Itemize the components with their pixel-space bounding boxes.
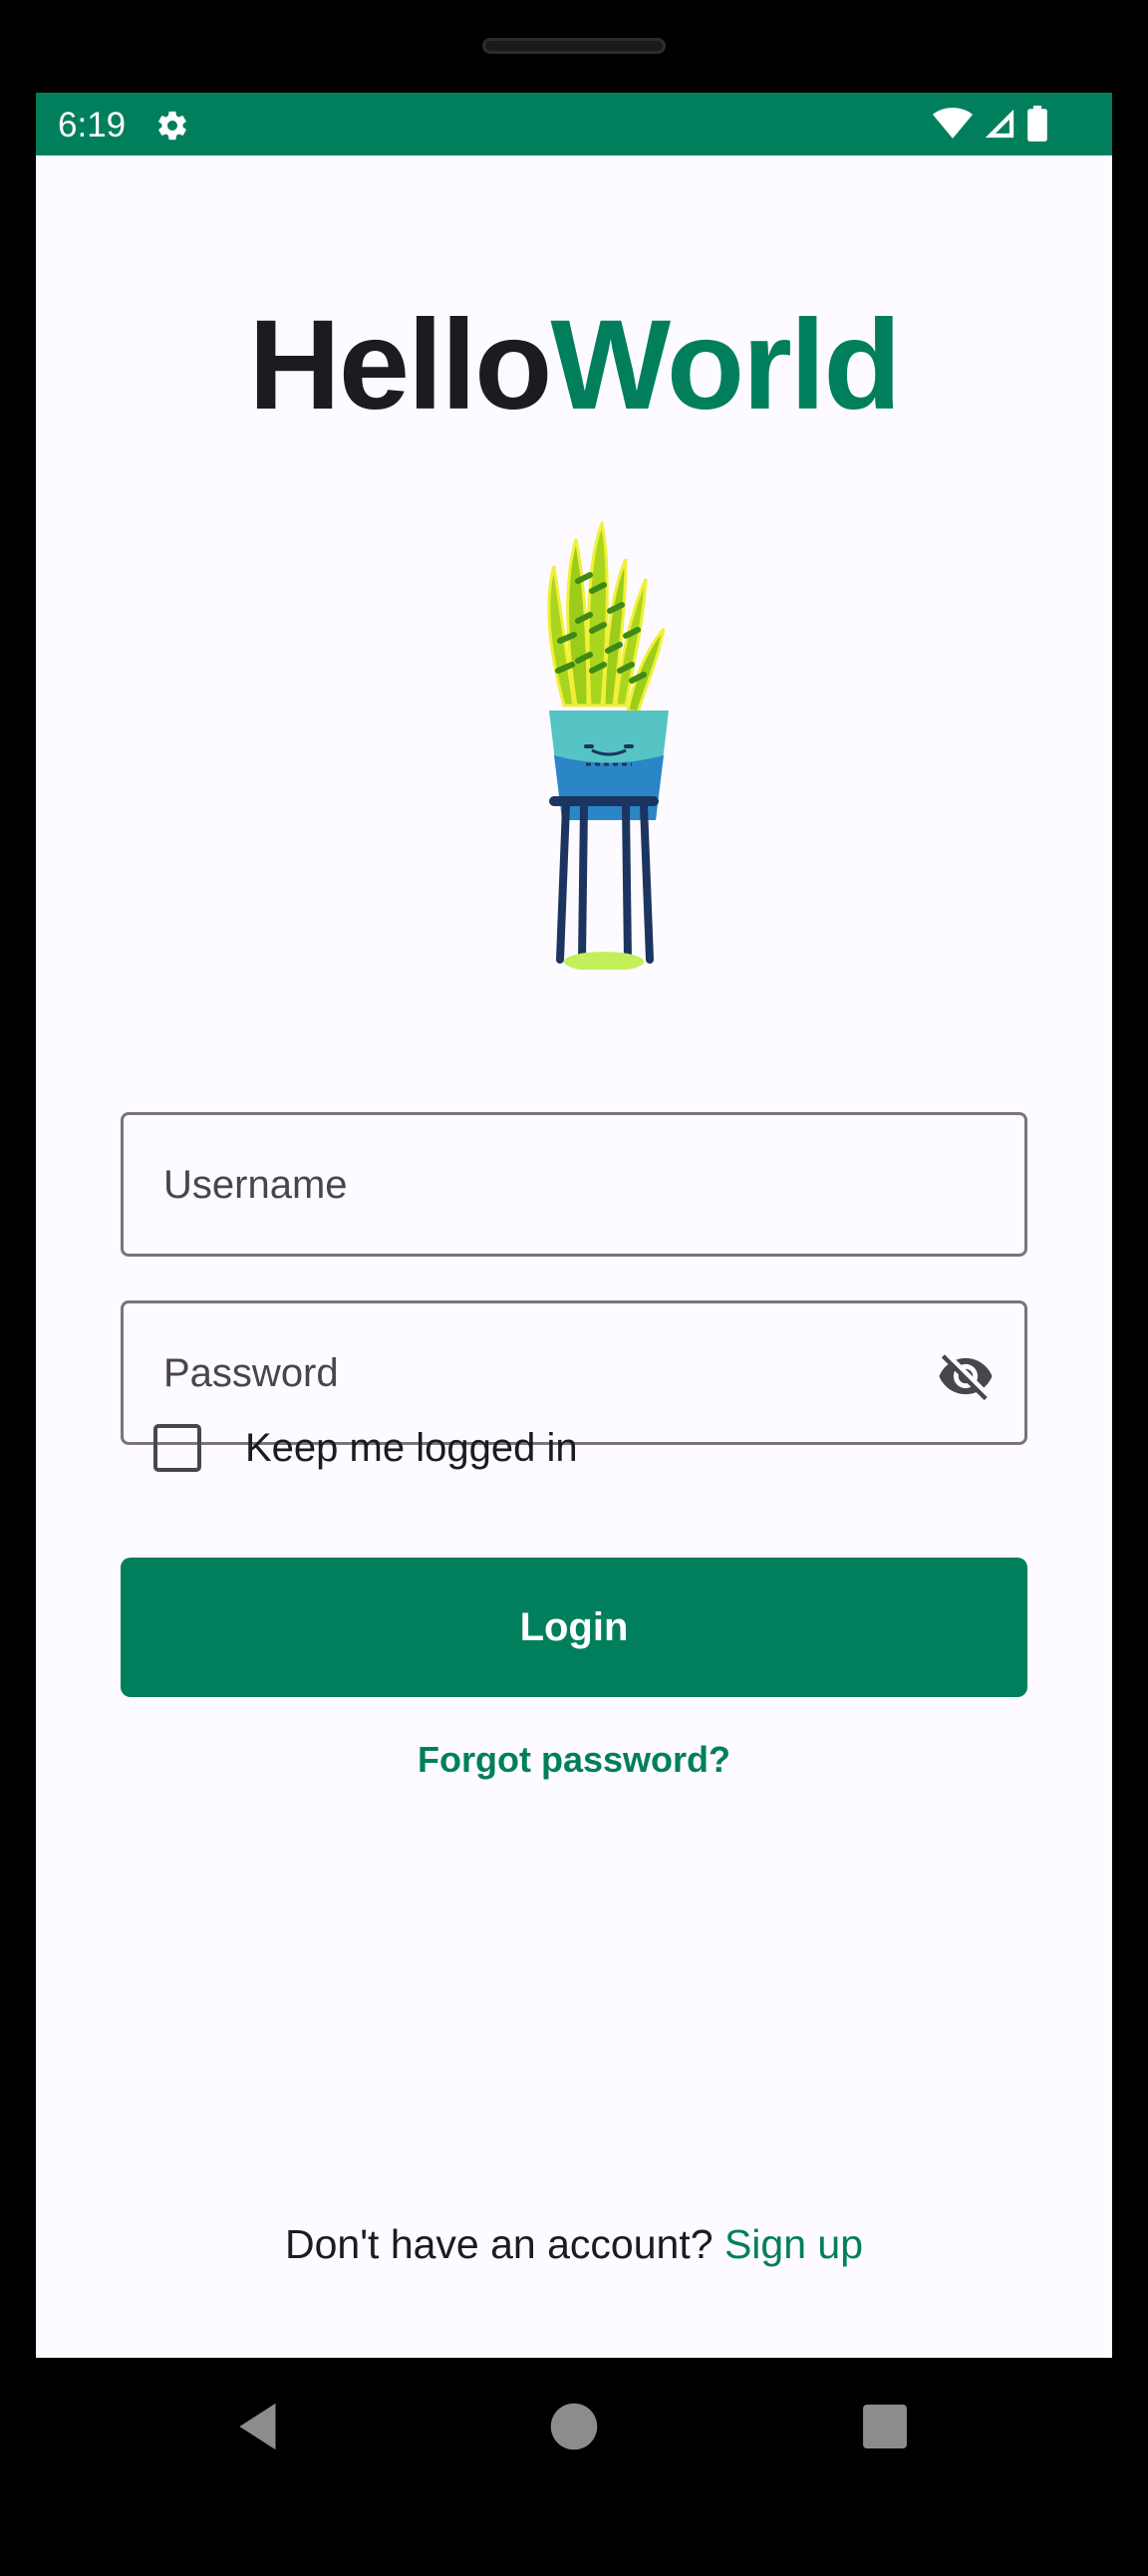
navigation-bar	[0, 2358, 1148, 2517]
screen: 6:19 HelloWorld Username Keep me logged …	[36, 93, 1112, 2358]
earpiece-speaker	[482, 38, 666, 54]
username-field[interactable]	[121, 1112, 1027, 1257]
logo-hello: Hello	[248, 294, 552, 436]
signup-row: Don't have an account? Sign up	[36, 2221, 1112, 2268]
gear-icon	[158, 111, 186, 141]
logo-world: World	[550, 294, 901, 436]
signal-icon	[985, 109, 1014, 139]
password-input[interactable]	[161, 1303, 923, 1444]
keep-logged-in-row[interactable]: Keep me logged in	[153, 1424, 578, 1472]
phone-frame: 6:19 HelloWorld Username Keep me logged …	[0, 0, 1148, 2576]
wifi-icon	[933, 108, 973, 139]
username-input[interactable]	[161, 1115, 923, 1256]
status-icons	[933, 106, 1048, 142]
battery-icon	[1027, 106, 1047, 142]
signup-prompt: Don't have an account?	[285, 2221, 714, 2267]
leaves	[547, 521, 666, 715]
status-bar: 6:19	[36, 93, 1112, 155]
home-icon[interactable]	[543, 2396, 605, 2457]
app-logo: HelloWorld	[36, 302, 1112, 429]
keep-logged-in-label: Keep me logged in	[245, 1425, 578, 1470]
recents-icon[interactable]	[854, 2396, 916, 2457]
login-button[interactable]: Login	[121, 1558, 1027, 1697]
eye-off-icon[interactable]	[937, 1347, 995, 1405]
forgot-password-row: Forgot password?	[36, 1739, 1112, 1781]
forgot-password-link[interactable]: Forgot password?	[418, 1739, 730, 1780]
back-icon[interactable]	[229, 2396, 291, 2457]
plant-illustration	[547, 521, 669, 970]
signup-link[interactable]: Sign up	[724, 2221, 863, 2267]
status-time: 6:19	[58, 106, 127, 144]
keep-logged-in-checkbox[interactable]	[153, 1424, 201, 1472]
